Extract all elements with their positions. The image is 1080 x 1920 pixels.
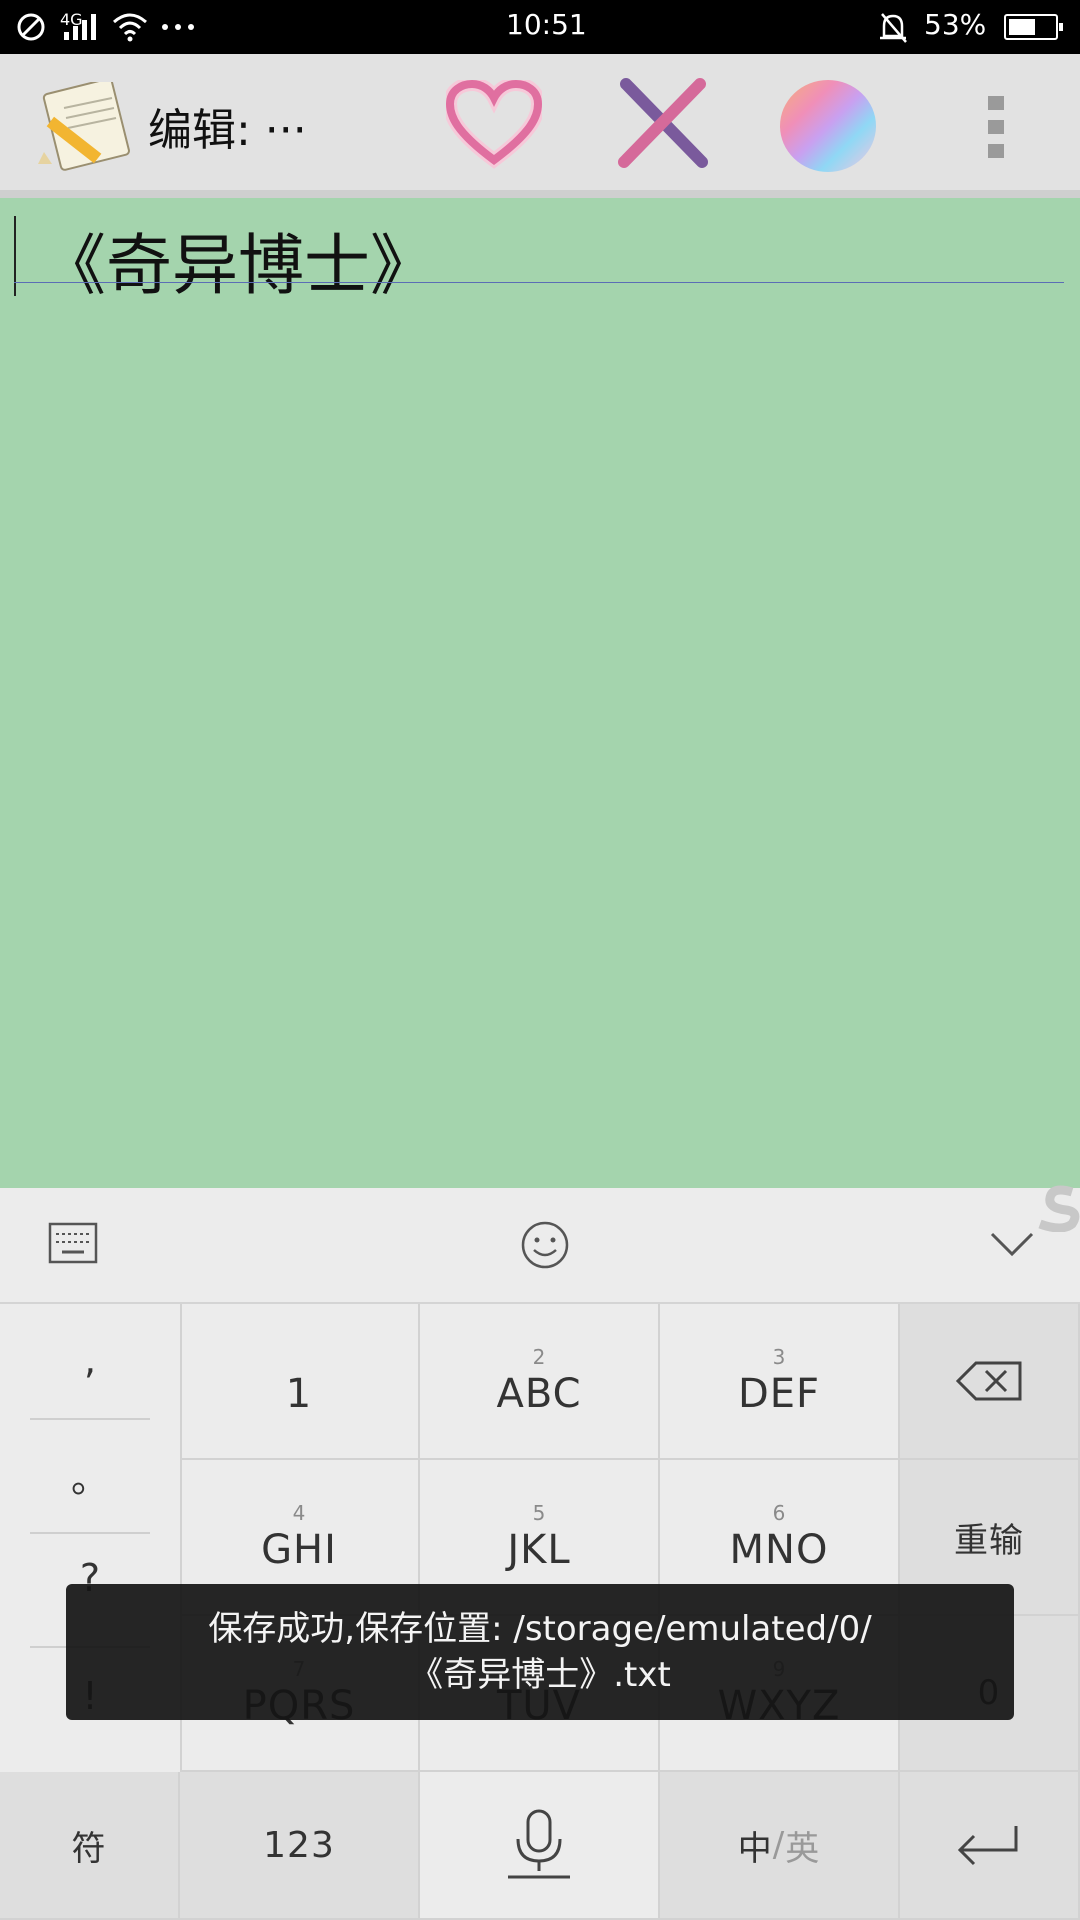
backspace-icon	[956, 1361, 1022, 1401]
key-1[interactable]: 1	[180, 1304, 420, 1460]
text-cursor	[14, 216, 16, 296]
key-label: GHI	[261, 1527, 337, 1573]
enter-key[interactable]	[900, 1772, 1080, 1920]
heart-icon[interactable]	[446, 80, 542, 170]
lang-zh-label: 中	[737, 1828, 773, 1869]
keyboard-toolbar	[0, 1185, 1080, 1304]
keyboard-icon[interactable]	[48, 1222, 98, 1264]
signal-icon	[60, 0, 100, 54]
emoji-icon[interactable]	[520, 1220, 570, 1270]
punct-period[interactable]: 。	[30, 1448, 150, 1503]
wifi-icon	[113, 13, 147, 42]
key-label: DEF	[737, 1371, 821, 1417]
voice-key[interactable]	[420, 1772, 660, 1920]
language-switch-key[interactable]: 中 / 英	[660, 1772, 900, 1920]
notepad-app-icon[interactable]	[34, 82, 134, 172]
key-label: 123	[263, 1824, 335, 1866]
key-number: 5	[532, 1501, 546, 1525]
punct-comma[interactable]: ,	[30, 1338, 150, 1382]
save-toast: 保存成功,保存位置: /storage/emulated/0/ 《奇异博士》.t…	[66, 1584, 1014, 1720]
lang-en-label: 英	[785, 1828, 821, 1869]
toast-line-2: 《奇异博士》.txt	[409, 1655, 671, 1695]
backspace-key[interactable]	[900, 1304, 1080, 1460]
color-orb-icon[interactable]	[780, 80, 876, 172]
document-text[interactable]: 《奇异博士》	[40, 212, 436, 308]
key-label: 1	[285, 1371, 313, 1417]
toast-line-1: 保存成功,保存位置: /storage/emulated/0/	[208, 1609, 872, 1649]
battery-percent: 53%	[924, 8, 987, 41]
battery-icon	[1004, 14, 1063, 40]
no-disturb-icon	[17, 13, 45, 41]
app-bar: 编辑: ···	[0, 54, 1080, 190]
text-editor[interactable]: 《奇异博士》	[0, 198, 1080, 1188]
microphone-icon	[508, 1809, 570, 1879]
overflow-menu-icon[interactable]	[988, 96, 1004, 158]
symbol-key[interactable]: 符	[0, 1772, 180, 1920]
more-dots-icon	[162, 24, 198, 30]
close-x-icon[interactable]	[614, 76, 710, 172]
key-number: 2	[532, 1345, 546, 1369]
key-label: JKL	[507, 1527, 571, 1573]
enter-icon	[957, 1826, 1018, 1866]
soft-keyboard: , 。 ? ! 1 2 ABC 3 DEF 4 GHI 5 JKL 6 MNO	[0, 1185, 1080, 1920]
key-label: 重输	[954, 1520, 1024, 1561]
app-bar-divider	[0, 190, 1080, 198]
key-3-def[interactable]: 3 DEF	[660, 1304, 900, 1460]
key-2-abc[interactable]: 2 ABC	[420, 1304, 660, 1460]
chevron-down-icon[interactable]	[990, 1232, 1034, 1258]
status-bar: 4G 10:51 53%	[0, 0, 1080, 54]
text-line-rule	[14, 282, 1064, 283]
status-time: 10:51	[506, 8, 587, 41]
sogou-logo-icon	[1038, 1185, 1080, 1232]
key-label: ABC	[496, 1371, 582, 1417]
key-label: MNO	[729, 1527, 829, 1573]
key-number: 6	[772, 1501, 786, 1525]
page-title: 编辑: ···	[148, 105, 307, 156]
lang-separator: /	[772, 1825, 786, 1865]
alarm-off-icon	[880, 13, 907, 43]
key-number: 4	[292, 1501, 306, 1525]
punct-divider	[30, 1532, 150, 1534]
punct-divider	[30, 1418, 150, 1420]
key-number: 3	[772, 1345, 786, 1369]
key-label: 符	[71, 1828, 107, 1869]
number-mode-key[interactable]: 123	[180, 1772, 420, 1920]
